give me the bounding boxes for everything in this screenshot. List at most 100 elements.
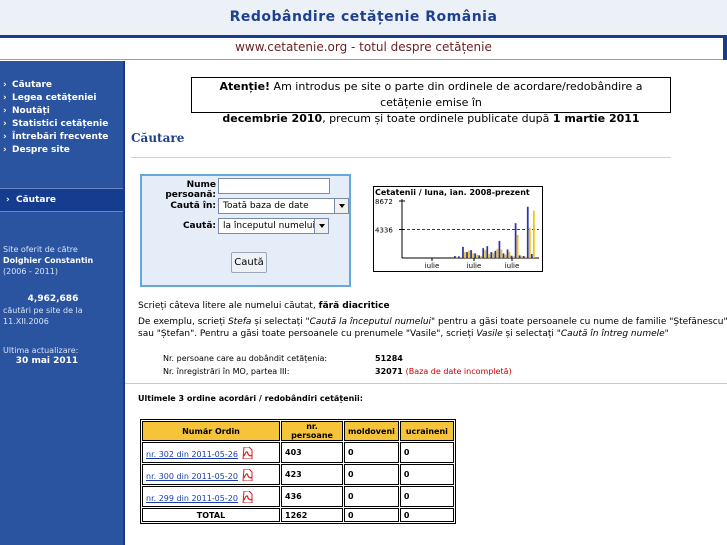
chart-bar xyxy=(456,256,458,258)
chart-bar xyxy=(512,256,515,258)
sidebar-credits: Site oferit de către Dolghier Constantin… xyxy=(3,245,94,276)
sidebar-item-statistici[interactable]: › Statistici cetățenie xyxy=(3,118,108,131)
pdf-icon[interactable] xyxy=(242,468,253,481)
chart-bar xyxy=(528,227,531,258)
chart-bar xyxy=(486,246,489,258)
site-header: Redobândire cetățenie România xyxy=(0,0,727,35)
chart-bar xyxy=(520,256,523,258)
chart-bar xyxy=(482,248,485,258)
y-tick-label: 8672 xyxy=(375,198,393,206)
section-title: Căutare xyxy=(131,131,185,145)
col-ukrainians: ucraineni xyxy=(399,421,454,441)
orders-title: Ultimele 3 ordine acordări / redobândiri… xyxy=(138,394,363,403)
chart-bar xyxy=(464,252,466,258)
sidebar-item-cautare[interactable]: › Căutare xyxy=(3,79,108,92)
section-divider xyxy=(131,157,671,158)
search-in-label: Caută în: xyxy=(170,201,216,211)
order-link[interactable]: nr. 302 din 2011-05-26 xyxy=(142,442,280,463)
chart-bar xyxy=(514,223,517,258)
orders-table: Număr Ordin nr. persoane moldoveni ucrai… xyxy=(140,419,456,524)
search-button[interactable]: Caută xyxy=(231,252,267,273)
pdf-icon[interactable] xyxy=(242,490,253,503)
order-link[interactable]: nr. 299 din 2011-05-20 xyxy=(142,486,280,507)
chart-bar xyxy=(508,252,511,258)
chart-bar xyxy=(470,250,472,258)
search-form: Nume persoană: Caută în: Toată baza de d… xyxy=(140,174,351,287)
chart-bar xyxy=(488,254,491,258)
chart-bar xyxy=(498,240,501,258)
subtitle-bar-edge xyxy=(723,35,727,60)
pdf-icon[interactable] xyxy=(242,446,253,459)
col-persons: nr. persoane xyxy=(281,421,343,441)
chart-bar xyxy=(500,249,503,258)
chart-bar xyxy=(480,256,483,258)
instructions-line-2: De exemplu, scrieți Stefa și selectați "… xyxy=(138,317,727,327)
table-row: nr. 302 din 2011-05-26 403 0 0 xyxy=(142,442,454,463)
sidebar-last-update: Ultima actualizare: 30 mai 2011 xyxy=(3,346,79,366)
chevron-right-icon: › xyxy=(6,195,16,205)
incomplete-db-note[interactable]: (Baza de date incompletă) xyxy=(406,367,512,376)
chart-bar xyxy=(454,256,456,258)
chart-bar xyxy=(492,252,495,258)
x-tick-label: iulie xyxy=(505,262,520,270)
chart-bar xyxy=(506,249,509,258)
notice-box: Atenție! Am introdus pe site o parte din… xyxy=(191,77,671,125)
main-content: Atenție! Am introdus pe site o parte din… xyxy=(125,61,727,545)
author-link[interactable]: Dolghier Constantin xyxy=(3,256,93,265)
chevron-right-icon: › xyxy=(3,119,7,129)
sidebar-item-despre[interactable]: › Despre site xyxy=(3,144,108,157)
table-row: nr. 299 din 2011-05-20 436 0 0 xyxy=(142,486,454,507)
orders-divider xyxy=(125,383,727,384)
chart-bar xyxy=(526,206,529,258)
chart-bar xyxy=(530,254,533,258)
chart-bar xyxy=(504,254,507,258)
search-mode-label: Caută: xyxy=(182,221,216,231)
chart-bar xyxy=(490,252,493,258)
sidebar-item-legea[interactable]: › Legea cetățeniei xyxy=(3,92,108,105)
chart-bar xyxy=(518,255,521,258)
sidebar-nav: › Căutare › Legea cetățeniei › Noutăți › Sta… xyxy=(3,79,108,157)
persons-value: 51284 xyxy=(375,354,403,363)
sidebar-active-box[interactable]: › Căutare xyxy=(0,188,123,212)
x-tick-label: iulie xyxy=(467,262,482,270)
monthly-chart: Cetatenii / luna, ian. 2008-prezent 8672… xyxy=(373,186,543,272)
table-header-row: Număr Ordin nr. persoane moldoveni ucrai… xyxy=(142,421,454,441)
chart-bar xyxy=(494,250,497,258)
x-tick-label: iulie xyxy=(425,262,440,270)
chart-bar xyxy=(460,256,462,258)
site-subtitle[interactable]: www.cetatenie.org - totul despre cetățen… xyxy=(0,40,727,54)
subtitle-bar: www.cetatenie.org - totul despre cetățen… xyxy=(0,35,727,60)
sidebar: › Căutare › Legea cetățeniei › Noutăți › Sta… xyxy=(0,61,125,545)
chart-bar xyxy=(478,255,481,258)
instructions-line-1: Scrieți câteva litere ale numelui căutat… xyxy=(138,301,390,311)
sidebar-item-noutati[interactable]: › Noutăți xyxy=(3,105,108,118)
chevron-down-icon xyxy=(314,219,328,233)
search-in-select[interactable]: Toată baza de date xyxy=(218,198,349,214)
order-link[interactable]: nr. 300 din 2011-05-20 xyxy=(142,464,280,485)
records-value: 32071 (Baza de date incompletă) xyxy=(375,367,512,376)
chevron-right-icon: › xyxy=(3,106,7,116)
chart-bar xyxy=(466,252,468,258)
table-total-row: TOTAL 1262 0 0 xyxy=(142,508,454,522)
chart-bar xyxy=(484,250,487,258)
chart-bar xyxy=(472,253,474,258)
chart-bar xyxy=(476,254,478,258)
chart-bar xyxy=(458,256,460,258)
sidebar-item-intrebari[interactable]: › Întrebări frecvente xyxy=(3,131,108,144)
chart-bar xyxy=(516,234,519,258)
persons-label: Nr. persoane care au dobândit cetățenia: xyxy=(163,354,328,363)
chevron-right-icon: › xyxy=(3,145,7,155)
chevron-down-icon xyxy=(334,199,348,213)
chart-bar xyxy=(468,250,470,258)
name-input[interactable] xyxy=(218,178,330,194)
records-label: Nr. înregistrări în MO, partea III: xyxy=(163,367,290,376)
instructions-line-3: sau "Ștefan". Pentru a găsi toate persoa… xyxy=(138,329,669,339)
search-mode-select[interactable]: la începutul numelui xyxy=(218,218,329,234)
chart-bar xyxy=(474,253,476,258)
name-label: Nume persoană: xyxy=(165,180,216,200)
chart-bar xyxy=(510,255,513,258)
chart-bar xyxy=(532,210,535,258)
chart-bar xyxy=(524,256,527,258)
site-title: Redobândire cetățenie România xyxy=(229,9,498,25)
chart-bar xyxy=(496,248,499,258)
